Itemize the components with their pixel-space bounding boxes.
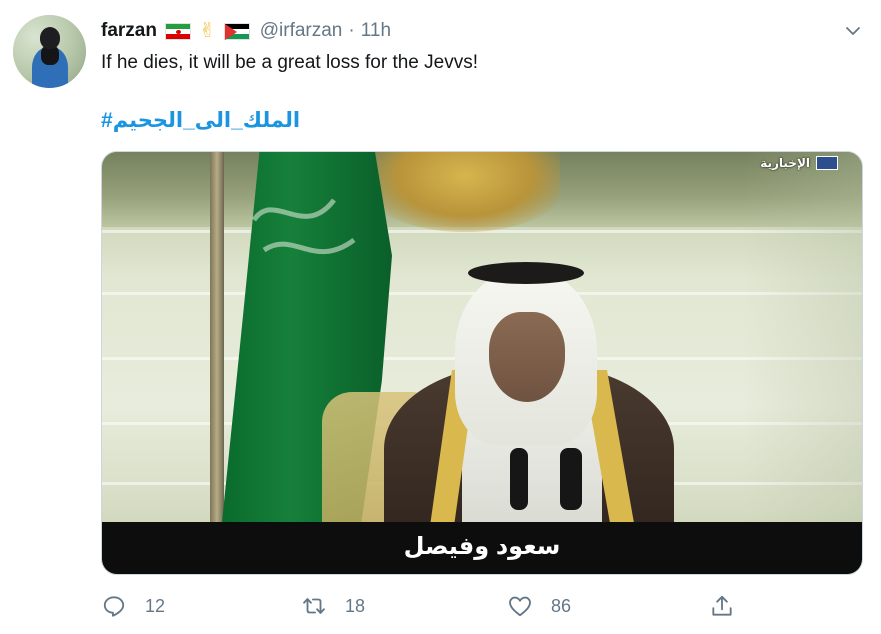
share-icon [712,595,732,616]
reply-button[interactable]: 12 [101,590,165,622]
tweet: farzan ✌ @irfarzan · 11h If he dies, it … [0,0,881,634]
microphone-icon [560,448,582,510]
author-handle[interactable]: @irfarzan [260,20,343,42]
flag-script-icon [251,198,356,254]
separator-dot: · [348,20,355,41]
like-count: 86 [551,595,572,616]
victory-hand-icon: ✌ [198,20,216,42]
reply-count: 12 [145,595,166,616]
reply-icon [103,596,125,617]
ornament-emblem [370,152,560,232]
channel-logo-icon [816,156,838,170]
share-button[interactable] [709,590,735,622]
heart-icon [509,596,531,617]
chevron-down-icon[interactable] [843,21,863,41]
author-name[interactable]: farzan [101,20,157,42]
tweet-timestamp[interactable]: 11h [361,20,391,42]
video-media[interactable]: الإخبارية سعود وفيصل [101,151,863,575]
tweet-header: farzan ✌ @irfarzan · 11h [101,19,391,43]
video-caption: سعود وفيصل [403,533,561,560]
retweet-button[interactable]: 18 [301,590,365,622]
palestine-flag-icon [223,22,250,40]
channel-logo-text: الإخبارية [760,156,810,170]
retweet-icon [303,598,325,614]
hashtag-link[interactable]: #الملك_الى_الجحيم [101,108,300,133]
iran-flag-icon [164,22,191,40]
tweet-text: If he dies, it will be a great loss for … [101,52,479,73]
tweet-actions: 12 18 86 [101,590,863,622]
like-button[interactable]: 86 [507,590,571,622]
retweet-count: 18 [345,595,366,616]
avatar[interactable] [13,15,86,88]
microphone-icon [510,448,528,510]
